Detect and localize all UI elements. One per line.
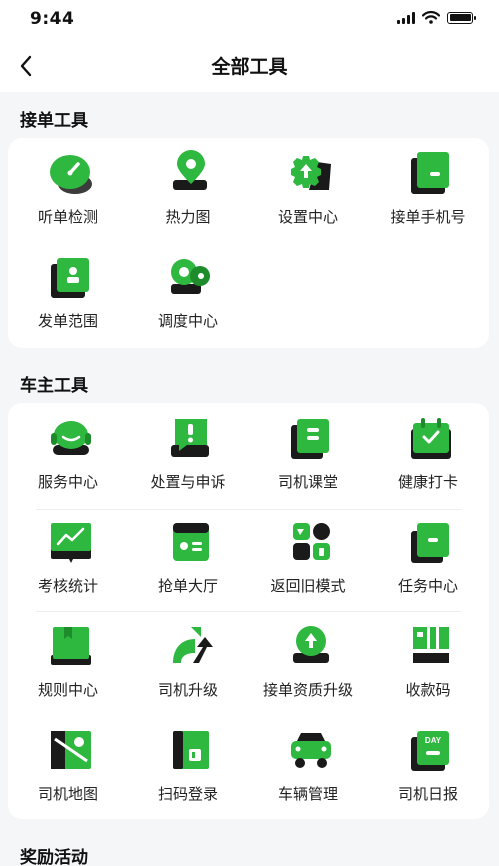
section-title-owner-tools: 车主工具 <box>20 376 88 396</box>
location-pin-icon <box>173 150 207 190</box>
tool-label: 热力图 <box>165 208 211 226</box>
classroom-book-icon <box>291 419 329 459</box>
calendar-check-icon <box>411 418 451 459</box>
cellular-signal-icon <box>397 11 415 24</box>
tool-driver-upgrade[interactable]: 司机升级 <box>128 611 248 715</box>
tool-dispatch-center[interactable]: 调度中心 <box>128 242 248 346</box>
tool-listen-check[interactable]: 听单检测 <box>8 138 128 242</box>
tool-health-checkin[interactable]: 健康打卡 <box>368 403 488 507</box>
tool-rules-center[interactable]: 规则中心 <box>8 611 128 715</box>
tool-service-center[interactable]: 服务中心 <box>8 403 128 507</box>
tool-label: 任务中心 <box>397 577 458 595</box>
tool-order-phone[interactable]: 接单手机号 <box>368 138 488 242</box>
tool-payment-code[interactable]: 收款码 <box>368 611 488 715</box>
tool-label: 听单检测 <box>37 208 98 226</box>
tool-label: 车辆管理 <box>277 785 338 803</box>
tool-label: 处置与申诉 <box>150 473 226 491</box>
tool-label: 司机升级 <box>157 681 218 699</box>
page-title: 全部工具 <box>211 56 288 78</box>
tool-label: 返回旧模式 <box>270 577 346 595</box>
nav-bar: 全部工具 <box>0 40 499 92</box>
range-card-icon <box>51 258 89 298</box>
qr-code-icon <box>413 627 449 663</box>
qualification-badge-icon <box>293 626 329 663</box>
tool-label: 收款码 <box>405 681 451 699</box>
appeal-alert-icon <box>171 419 209 457</box>
tool-vehicle-management[interactable]: 车辆管理 <box>248 715 368 819</box>
tool-order-hall[interactable]: 抢单大厅 <box>128 507 248 611</box>
settings-gear-icon <box>291 156 331 190</box>
tool-driver-daily-report[interactable]: DAY 司机日报 <box>368 715 488 819</box>
tool-task-center[interactable]: 任务中心 <box>368 507 488 611</box>
status-time: 9:44 <box>30 9 75 29</box>
phone-book-icon <box>411 152 449 194</box>
tool-label: 服务中心 <box>37 473 98 491</box>
status-icons <box>397 11 476 24</box>
tool-scan-login[interactable]: 扫码登录 <box>128 715 248 819</box>
tool-label: 调度中心 <box>157 312 218 330</box>
tool-qualification-upgrade[interactable]: 接单资质升级 <box>248 611 368 715</box>
day-badge-text: DAY <box>425 736 442 745</box>
tool-driver-map[interactable]: 司机地图 <box>8 715 128 819</box>
tool-heatmap[interactable]: 热力图 <box>128 138 248 242</box>
order-tools-card: 听单检测 热力图 设置中心 接单手机号 发单范围 调度中心 <box>8 138 489 348</box>
tool-label: 司机地图 <box>37 785 98 803</box>
daily-report-icon: DAY <box>411 731 449 771</box>
gauge-icon <box>50 155 92 194</box>
tool-label: 接单手机号 <box>390 208 466 226</box>
old-mode-grid-icon <box>293 523 330 560</box>
tool-label: 扫码登录 <box>157 785 218 803</box>
tool-label: 健康打卡 <box>397 473 458 491</box>
car-icon <box>291 733 331 768</box>
tool-label: 司机课堂 <box>277 473 338 491</box>
status-bar: 9:44 <box>0 0 499 40</box>
task-folder-icon <box>411 523 449 563</box>
scan-login-icon <box>173 731 209 769</box>
tool-appeal[interactable]: 处置与申诉 <box>128 403 248 507</box>
tool-label: 接单资质升级 <box>262 681 353 699</box>
tool-label: 司机日报 <box>397 785 458 803</box>
tool-assessment-stats[interactable]: 考核统计 <box>8 507 128 611</box>
map-icon <box>51 731 91 769</box>
tool-dispatch-range[interactable]: 发单范围 <box>8 242 128 346</box>
tool-settings-center[interactable]: 设置中心 <box>248 138 368 242</box>
tool-label: 规则中心 <box>37 681 98 699</box>
stats-board-icon <box>51 523 91 563</box>
dispatch-icon <box>171 259 210 294</box>
tool-label: 发单范围 <box>37 312 98 330</box>
headset-icon <box>51 421 91 455</box>
tool-label: 考核统计 <box>37 577 98 595</box>
tool-label: 抢单大厅 <box>157 577 218 595</box>
battery-icon <box>447 11 476 24</box>
order-hall-icon <box>173 523 209 561</box>
tool-label: 设置中心 <box>277 208 338 226</box>
section-title-order-tools: 接单工具 <box>20 111 88 131</box>
upgrade-arrow-icon <box>173 627 213 663</box>
wifi-icon <box>422 11 440 24</box>
owner-tools-card: 服务中心 处置与申诉 司机课堂 健康打卡 考核统计 抢单大厅 返回旧模式 任务中… <box>8 403 489 819</box>
tool-driver-classroom[interactable]: 司机课堂 <box>248 403 368 507</box>
section-title-rewards: 奖励活动 <box>20 848 88 866</box>
tool-return-old-mode[interactable]: 返回旧模式 <box>248 507 368 611</box>
rules-book-icon <box>51 627 91 665</box>
